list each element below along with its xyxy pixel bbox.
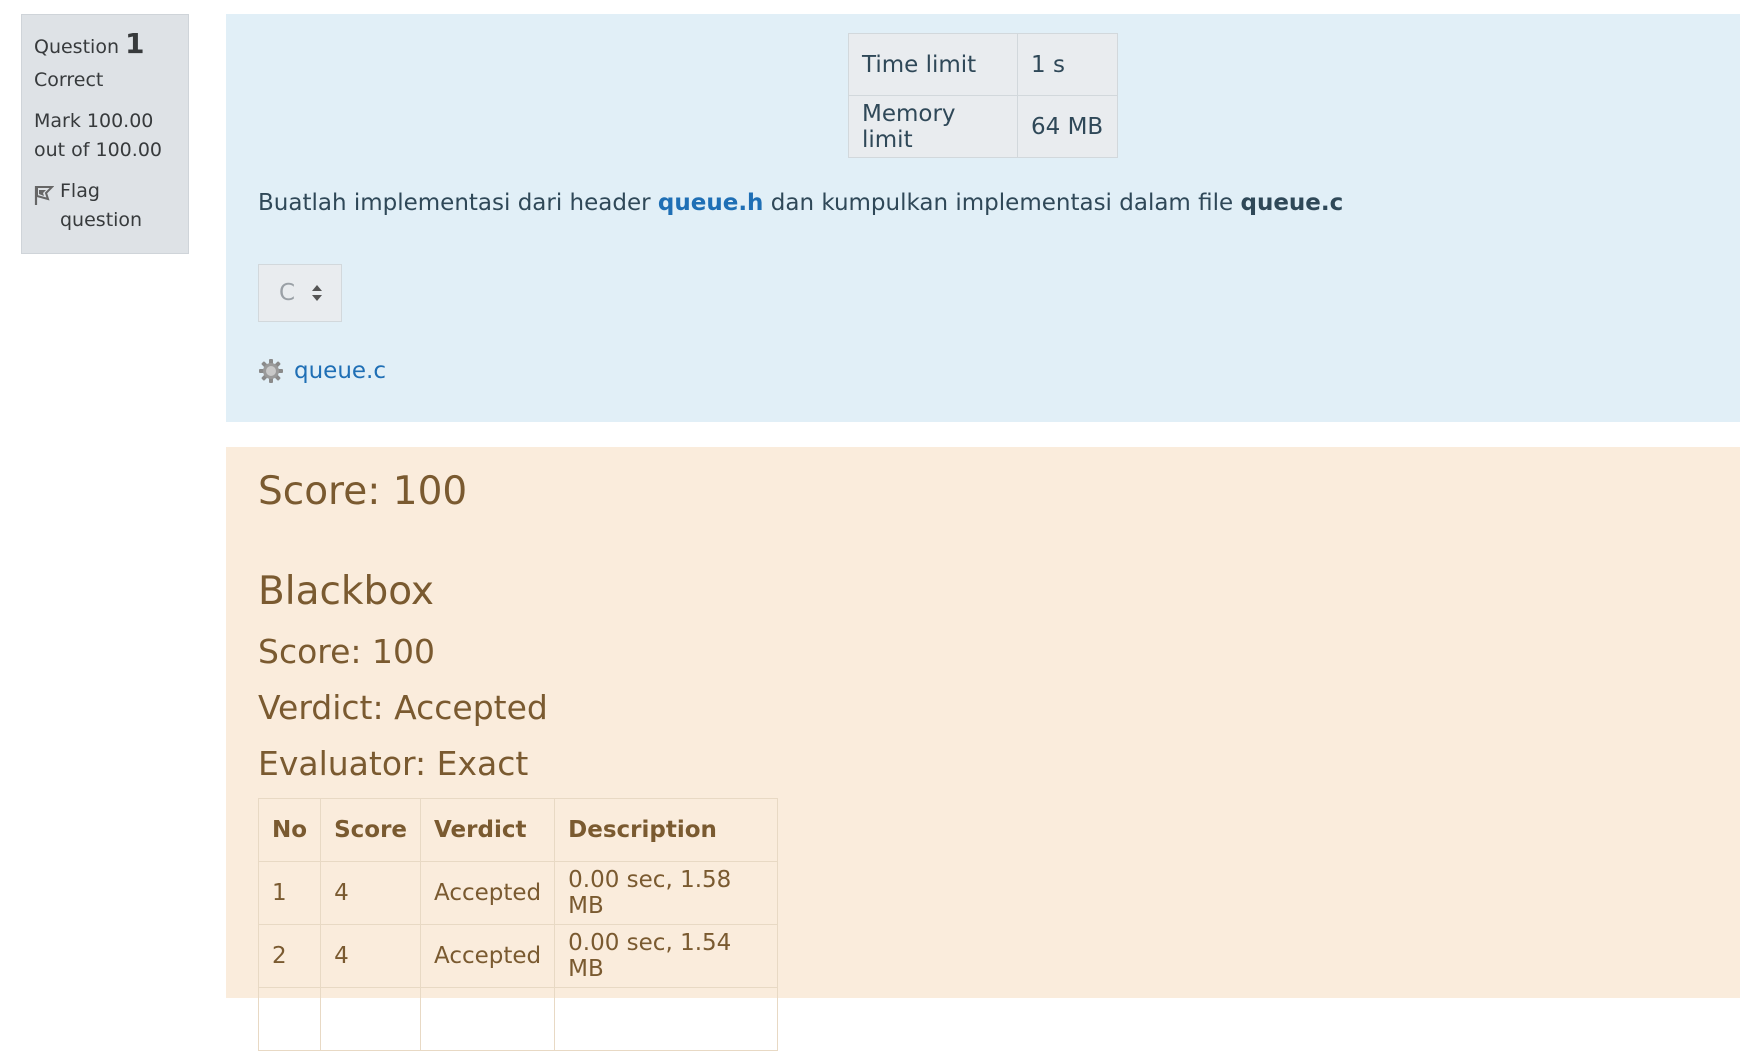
flag-icon [34,186,54,205]
column-header: No [257,798,322,862]
question-text: Buatlah implementasi dari header queue.h… [258,190,1343,216]
question-number-row: Question 1 [34,29,176,62]
table-row [257,987,779,1051]
cell-description: 0.00 sec, 1.58 MB [554,861,779,925]
cell-description: 0.00 sec, 1.54 MB [554,924,779,988]
limits-row: Time limit 1 s [848,33,1118,96]
score-heading: Score: 100 [258,469,468,514]
flag-label-line-1: Flag [60,180,100,202]
flag-label: Flag question [60,177,142,235]
limits-table: Time limit 1 s Memory limit 64 MB [848,33,1118,158]
question-number: 1 [124,27,145,60]
question-formulation: Time limit 1 s Memory limit 64 MB Buatla… [226,14,1740,422]
cell-no: 2 [257,924,322,988]
limit-key: Time limit [848,33,1018,96]
language-select-value: C [279,280,296,306]
cell-verdict: Accepted [420,924,556,988]
grade-line-2: out of 100.00 [34,139,162,161]
column-header: Verdict [420,798,556,862]
select-arrows-icon [312,285,322,301]
table-row: 1 4 Accepted 0.00 sec, 1.58 MB [257,861,779,925]
cell-description [554,987,779,1051]
group-verdict: Verdict: Accepted [258,688,548,727]
question-grade: Mark 100.00 out of 100.00 [34,107,176,165]
question-label: Question [34,36,119,58]
flag-label-line-2: question [60,209,143,231]
flag-question-button[interactable]: Flag question [34,177,176,235]
cell-score: 4 [320,924,422,988]
cell-verdict: Accepted [420,861,556,925]
column-header: Score [320,798,422,862]
grade-line-1: Mark 100.00 [34,110,154,132]
attachment-item: queue.c [258,358,386,384]
question-text-part-1: Buatlah implementasi dari header [258,190,658,216]
attachment-link[interactable]: queue.c [294,358,386,384]
limit-value: 64 MB [1017,95,1118,158]
language-select[interactable]: C [258,264,342,322]
limit-key: Memory limit [848,95,1018,158]
submission-file-name: queue.c [1240,190,1344,216]
results-table: No Score Verdict Description 1 4 Accepte… [257,798,779,1051]
group-evaluator: Evaluator: Exact [258,744,529,783]
cell-no [257,987,322,1051]
limits-row: Memory limit 64 MB [848,95,1118,158]
cell-verdict [420,987,556,1051]
table-row: 2 4 Accepted 0.00 sec, 1.54 MB [257,924,779,988]
results-header-row: No Score Verdict Description [257,798,779,862]
feedback-panel: Score: 100 Blackbox Score: 100 Verdict: … [226,447,1740,1051]
question-state: Correct [34,69,104,91]
question-info-panel: Question 1 Correct Mark 100.00 out of 10… [21,14,189,254]
column-header: Description [554,798,779,862]
cell-no: 1 [257,861,322,925]
gear-icon [259,359,283,383]
group-title: Blackbox [258,569,435,614]
question-text-part-2: dan kumpulkan implementasi dalam file [763,190,1241,216]
limit-value: 1 s [1017,33,1118,96]
header-file-link: queue.h [657,190,764,216]
group-score: Score: 100 [258,632,436,671]
cell-score [320,987,422,1051]
cell-score: 4 [320,861,422,925]
